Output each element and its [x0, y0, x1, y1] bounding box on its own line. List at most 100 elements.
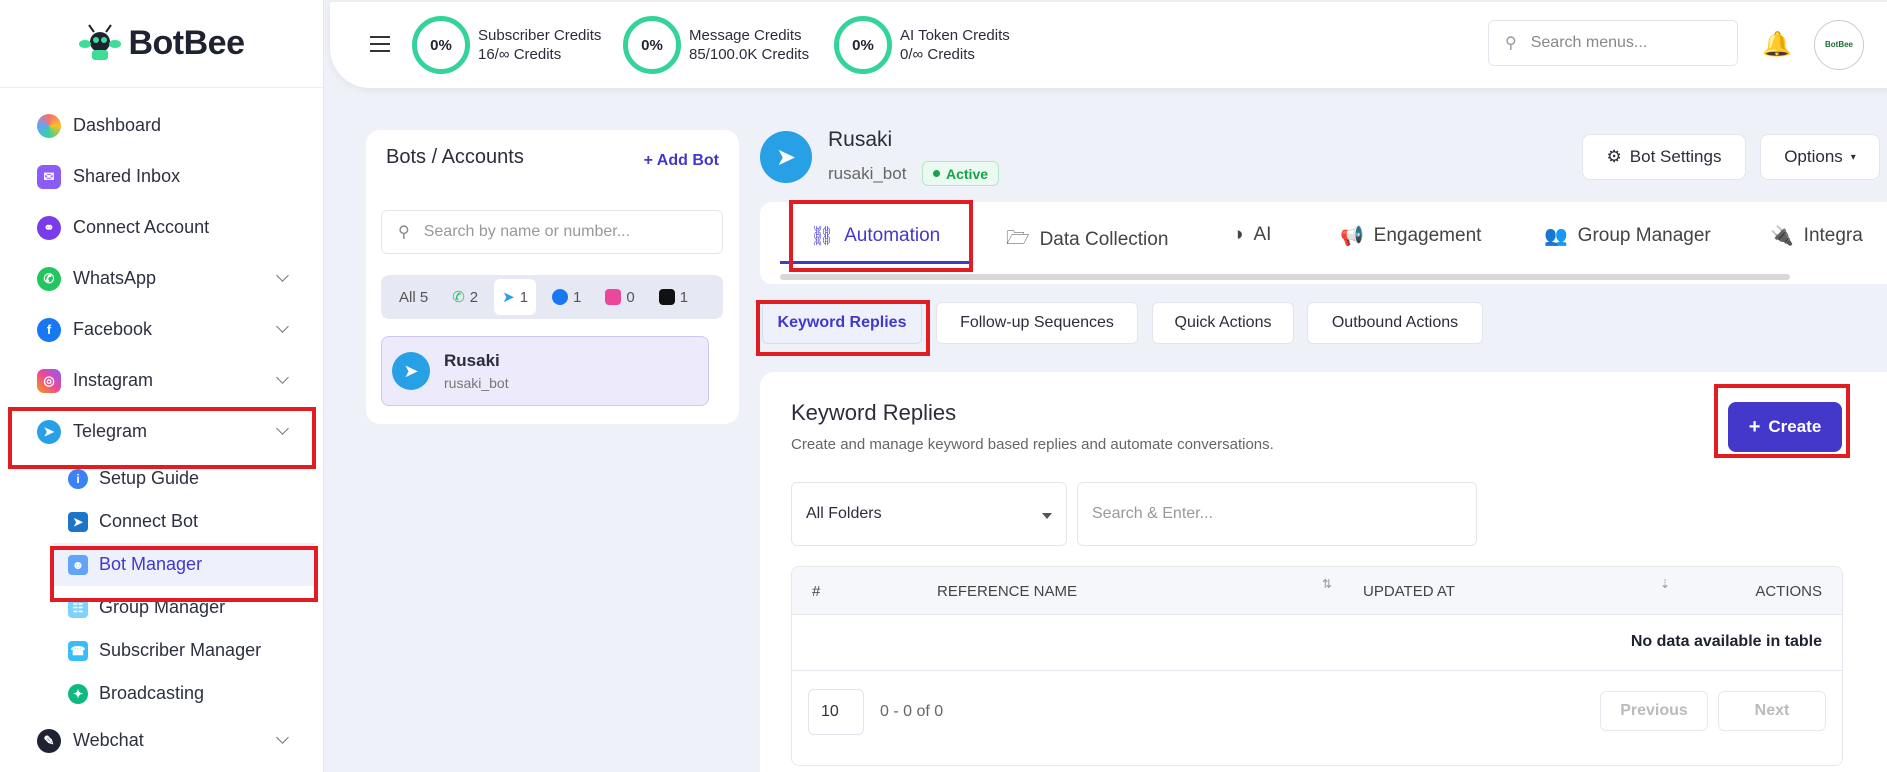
sidebar-item-instagram[interactable]: ◎ Instagram — [0, 355, 323, 406]
users-icon: 👥 — [1544, 226, 1568, 247]
sidebar-item-label: Dashboard — [73, 115, 162, 135]
menu-icon[interactable] — [370, 36, 390, 52]
subtab-quick-actions[interactable]: Quick Actions — [1152, 302, 1294, 344]
sidebar-item-telegram[interactable]: ➤ Telegram — [0, 406, 323, 457]
flow-icon: ⛓ — [810, 226, 835, 247]
search-icon: ⚲ — [398, 224, 410, 241]
filter-whatsapp[interactable]: ✆ 2 — [444, 279, 486, 315]
filter-telegram[interactable]: ➤ 1 — [494, 279, 537, 315]
ai-token-credits: 0% AI Token Credits 0/∞ Credits — [834, 16, 1010, 74]
bot-settings-button[interactable]: ⚙ Bot Settings — [1582, 134, 1746, 180]
sidebar-item-label: Connect Account — [73, 217, 210, 237]
brand-name: BotBee — [128, 24, 245, 62]
brand-logo[interactable]: BotBee — [0, 0, 323, 88]
filter-facebook[interactable]: 1 — [544, 279, 589, 315]
bot-card-username: rusaki_bot — [444, 375, 509, 391]
tab-label: Group Manager — [1577, 225, 1711, 246]
status-dot — [933, 170, 940, 177]
sidebar-item-label: Instagram — [73, 370, 154, 390]
keyword-search-input[interactable]: Search & Enter... — [1077, 482, 1477, 546]
filter-instagram[interactable]: 0 — [597, 279, 642, 315]
tab-label: Engagement — [1373, 225, 1482, 246]
folder-select[interactable]: All Folders — [791, 482, 1067, 546]
sidebar-subitem-subscriber-manager[interactable]: ☎ Subscriber Manager — [0, 629, 323, 672]
bot-settings-label: Bot Settings — [1629, 147, 1722, 166]
column-header[interactable]: UPDATED AT — [1363, 583, 1455, 600]
avatar[interactable]: BotBee — [1814, 20, 1864, 70]
menu-search-input[interactable]: ⚲ Search menus... — [1488, 20, 1738, 66]
sidebar-subitem-label: Group Manager — [99, 597, 226, 617]
bot-search-input[interactable]: ⚲ Search by name or number... — [381, 210, 723, 254]
tabs-scrollbar[interactable] — [780, 274, 1790, 280]
tab-engagement[interactable]: 📢 Engagement — [1340, 224, 1481, 248]
subtab-keyword-replies[interactable]: Keyword Replies — [762, 302, 922, 344]
gear-icon: ⚙ — [1606, 147, 1622, 166]
credit-ring: 0% — [412, 16, 470, 74]
tab-ai[interactable]: ◑ AI — [1232, 224, 1271, 246]
sidebar-subitem-connect-bot[interactable]: ➤ Connect Bot — [0, 500, 323, 543]
caret-down-icon: ▾ — [1850, 151, 1856, 163]
sort-desc-icon[interactable]: ⇣ — [1660, 577, 1670, 591]
telegram-icon: ➤ — [392, 352, 430, 390]
page-size-input[interactable]: 10 — [808, 689, 864, 735]
column-header[interactable]: # — [812, 583, 820, 600]
sidebar-subitem-bot-manager[interactable]: ☻ Bot Manager — [52, 543, 316, 586]
filter-threads[interactable]: 1 — [651, 279, 696, 315]
bots-panel: Bots / Accounts + Add Bot ⚲ Search by na… — [366, 130, 739, 424]
credit-title: AI Token Credits — [900, 27, 1010, 44]
previous-button[interactable]: Previous — [1600, 691, 1708, 731]
sidebar-item-facebook[interactable]: f Facebook — [0, 304, 323, 355]
instagram-icon — [605, 289, 622, 305]
sidebar-item-dashboard[interactable]: Dashboard — [0, 100, 323, 151]
chevron-down-icon — [276, 269, 289, 282]
create-button[interactable]: + Create — [1728, 402, 1842, 452]
credit-value: 16/∞ Credits — [478, 46, 562, 63]
whatsapp-icon: ✆ — [37, 266, 61, 291]
sidebar-subitem-group-manager[interactable]: ☷ Group Manager — [0, 586, 323, 629]
tab-automation[interactable]: ⛓ Automation — [810, 224, 940, 248]
create-label: Create — [1768, 417, 1822, 436]
tab-label: Integra — [1803, 225, 1863, 246]
pagination-range: 0 - 0 of 0 — [880, 703, 944, 720]
credit-title: Subscriber Credits — [478, 27, 602, 44]
sidebar-subitem-setup-guide[interactable]: i Setup Guide — [0, 457, 323, 500]
bell-icon[interactable]: 🔔 — [1762, 30, 1792, 59]
sidebar-item-shared-inbox[interactable]: ✉ Shared Inbox — [0, 151, 323, 202]
tab-integrations[interactable]: 🔌 Integra — [1770, 224, 1863, 248]
instagram-icon: ◎ — [37, 368, 61, 393]
credit-ring: 0% — [834, 16, 892, 74]
sidebar-item-label: Webchat — [73, 730, 144, 750]
sidebar-item-webchat[interactable]: ✎ Webchat — [0, 715, 323, 766]
subtab-follow-up-sequences[interactable]: Follow-up Sequences — [936, 302, 1138, 344]
sidebar-item-whatsapp[interactable]: ✆ WhatsApp — [0, 253, 323, 304]
filter-count: 1 — [519, 288, 529, 306]
facebook-icon: f — [37, 317, 61, 342]
keyword-replies-table: # REFERENCE NAME ⇅ UPDATED AT ⇣ ACTIONS … — [791, 566, 1843, 766]
options-button[interactable]: Options ▾ — [1760, 134, 1880, 180]
next-button[interactable]: Next — [1718, 691, 1826, 731]
folder-icon: 🗁 — [1006, 228, 1030, 249]
sidebar-item-connect-account[interactable]: ⚭ Connect Account — [0, 202, 323, 253]
bot-card-rusaki[interactable]: ➤ Rusaki rusaki_bot — [381, 336, 709, 406]
sidebar: BotBee Dashboard ✉ Shared Inbox ⚭ Connec… — [0, 0, 324, 772]
add-bot-button[interactable]: + Add Bot — [644, 152, 719, 170]
plus-icon: + — [1748, 415, 1761, 438]
credit-title: Message Credits — [689, 27, 802, 44]
credit-value: 0/∞ Credits — [900, 46, 975, 63]
sidebar-subitem-broadcasting[interactable]: ✦ Broadcasting — [0, 672, 323, 715]
chevron-down-icon — [276, 371, 289, 384]
chevron-down-icon — [276, 422, 289, 435]
filter-all[interactable]: All 5 — [391, 279, 436, 315]
broadcast-icon: ✦ — [68, 683, 88, 704]
keyword-replies-card: Keyword Replies Create and manage keywor… — [760, 372, 1887, 772]
sidebar-subitem-label: Connect Bot — [99, 511, 199, 531]
sort-icon[interactable]: ⇅ — [1322, 577, 1332, 591]
sidebar-item-label: Facebook — [73, 319, 153, 339]
tab-data-collection[interactable]: 🗁 Data Collection — [1006, 224, 1168, 256]
folder-select-value: All Folders — [806, 505, 882, 522]
filter-all-label: All 5 — [399, 288, 429, 306]
telegram-icon: ➤ — [760, 131, 812, 183]
subtab-outbound-actions[interactable]: Outbound Actions — [1307, 302, 1483, 344]
column-header[interactable]: REFERENCE NAME — [937, 583, 1077, 600]
tab-group-manager[interactable]: 👥 Group Manager — [1544, 224, 1711, 248]
